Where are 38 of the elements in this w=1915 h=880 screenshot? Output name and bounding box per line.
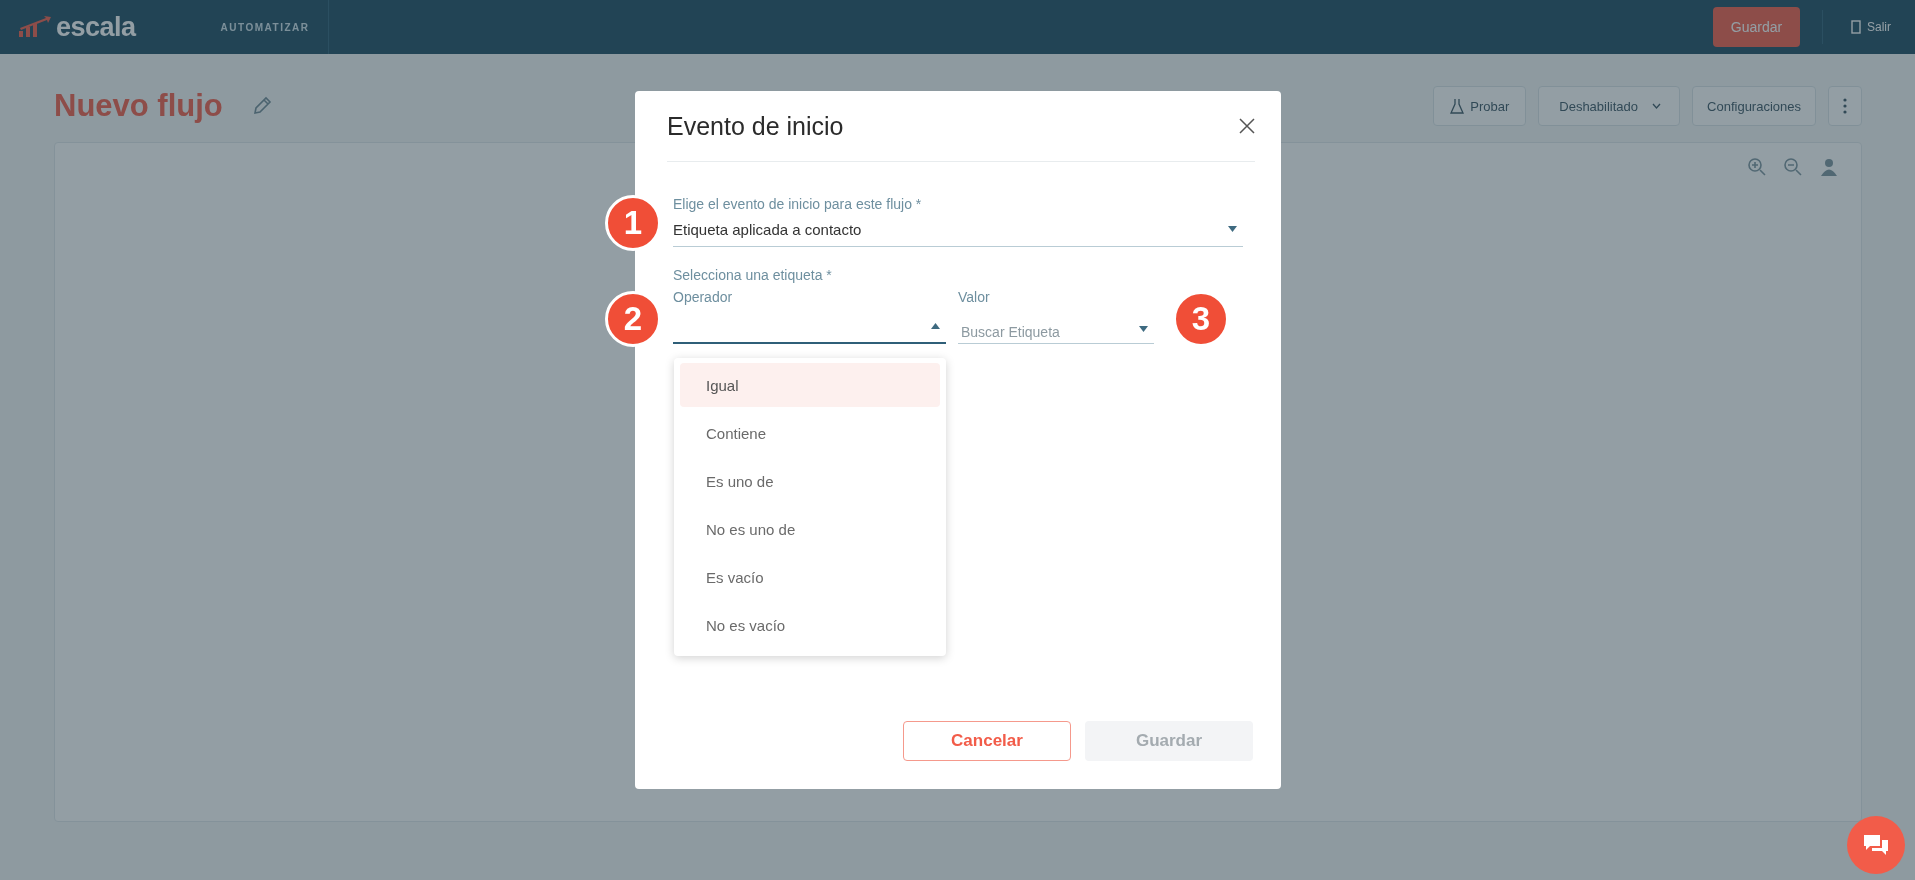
person-icon[interactable]: [1819, 157, 1839, 177]
cancel-button[interactable]: Cancelar: [903, 721, 1071, 761]
dropdown-option[interactable]: Es uno de: [680, 459, 940, 503]
zoom-in-icon[interactable]: [1747, 157, 1767, 177]
door-icon: [1851, 20, 1861, 34]
close-icon: [1239, 118, 1255, 134]
step-badge: 3: [1173, 291, 1229, 347]
settings-button[interactable]: Configuraciones: [1692, 86, 1816, 126]
field-label: Valor: [958, 289, 991, 307]
test-button[interactable]: Probar: [1433, 86, 1527, 126]
dropdown-option[interactable]: Igual: [680, 363, 940, 407]
chat-icon: [1862, 833, 1890, 857]
field-label: Operador: [673, 289, 734, 307]
more-icon: [1843, 98, 1847, 114]
event-select[interactable]: Etiqueta aplicada a contacto: [673, 212, 1243, 247]
status-dropdown[interactable]: Deshabilitado: [1538, 86, 1681, 126]
dropdown-option[interactable]: Contiene: [680, 411, 940, 455]
chevron-down-icon: [1652, 103, 1662, 109]
caret-icon: [1228, 226, 1237, 232]
logout-link[interactable]: Salir: [1845, 19, 1897, 35]
logo-icon: [18, 16, 52, 38]
tag-search-field[interactable]: Buscar Etiqueta: [958, 314, 1154, 344]
section-label: Selecciona una etiqueta *: [673, 267, 833, 283]
field-label: Elige el evento de inicio para este flujo *: [673, 196, 923, 212]
dropdown-option[interactable]: No es vacío: [680, 603, 940, 647]
more-button[interactable]: [1828, 86, 1862, 126]
section-label: AUTOMATIZAR: [220, 0, 329, 54]
dropdown-option[interactable]: Es vacío: [680, 555, 940, 599]
zoom-out-icon[interactable]: [1783, 157, 1803, 177]
step-badge: 1: [605, 195, 661, 251]
page-title: Nuevo flujo: [54, 88, 223, 124]
step-badge: 2: [605, 291, 661, 347]
dialog-title: Evento de inicio: [667, 111, 844, 141]
chat-button[interactable]: [1847, 816, 1905, 874]
dropdown-option[interactable]: No es uno de: [680, 507, 940, 551]
close-button[interactable]: [1239, 118, 1255, 134]
flask-icon: [1450, 98, 1465, 114]
logo-text: escala: [56, 11, 136, 43]
